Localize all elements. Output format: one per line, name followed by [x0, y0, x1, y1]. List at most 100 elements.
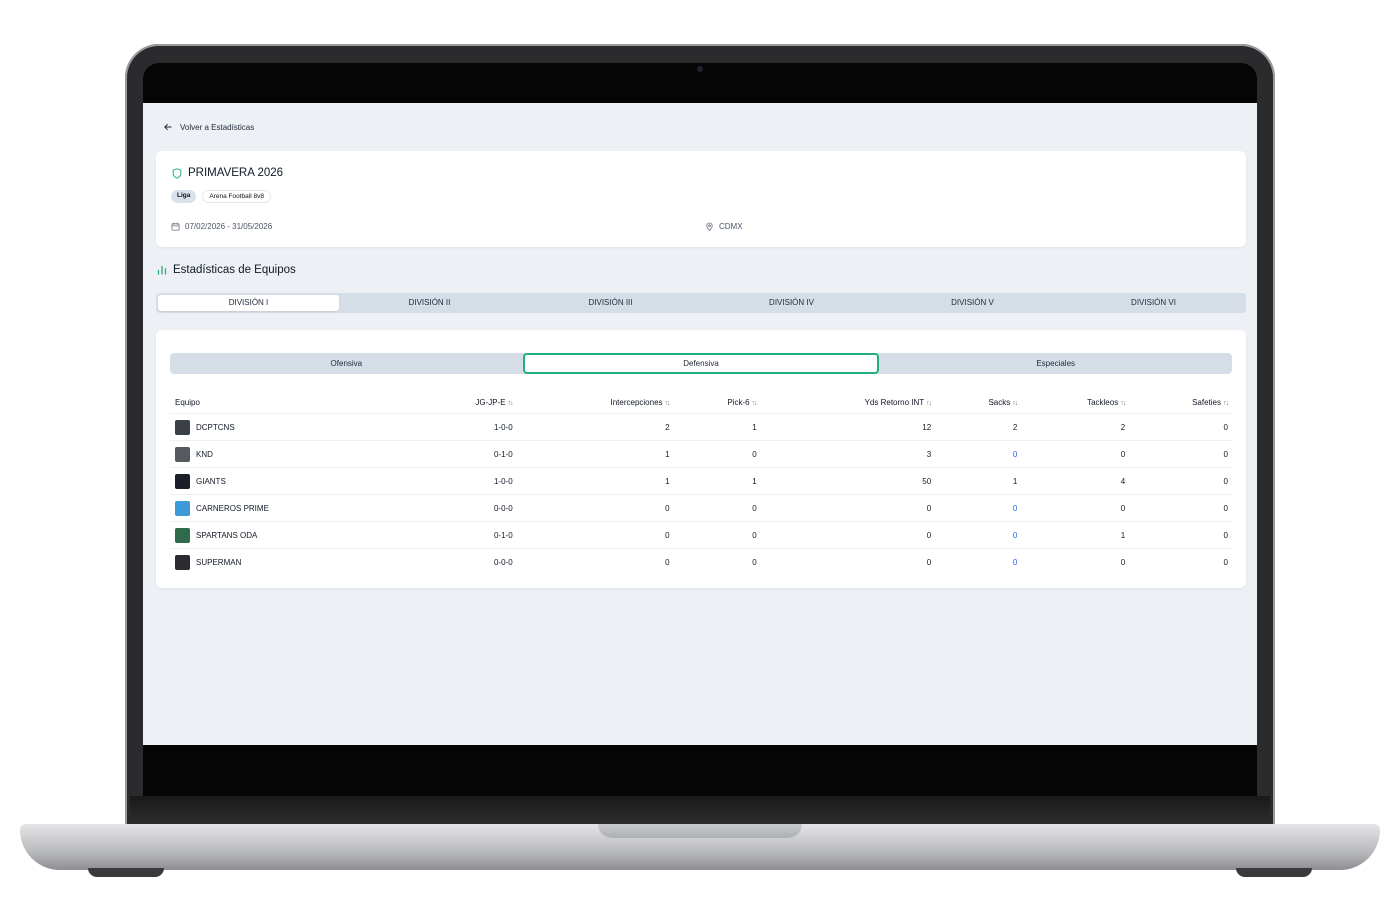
column-header-label: Tackleos: [1087, 397, 1119, 407]
cell-interceptions: 0: [516, 494, 674, 522]
cell-team: SPARTANS ODA: [170, 521, 411, 549]
cell-return-yards: 0: [760, 521, 936, 549]
sort-icon[interactable]: ↑↓: [926, 400, 932, 407]
cell-interceptions: 0: [665, 557, 670, 567]
division-tabs: DIVISIÓN I DIVISIÓN II DIVISIÓN III DIVISIÓ…: [156, 293, 1246, 313]
season-card: PRIMAVERA 2026 Liga Arena Football 8v8 0…: [156, 151, 1246, 247]
tab-division-4[interactable]: DIVISIÓN IV: [701, 295, 882, 311]
column-header-team: Equipo: [170, 391, 411, 414]
column-header-tackles[interactable]: Tackleos ↑↓: [1021, 391, 1130, 414]
season-title: PRIMAVERA 2026: [188, 167, 284, 179]
team-logo-icon: [175, 419, 190, 435]
season-location: CDMX: [705, 222, 743, 231]
column-header-safeties[interactable]: Safeties ↑↓: [1129, 391, 1232, 414]
tab-division-2[interactable]: DIVISIÓN II: [339, 295, 520, 311]
calendar-icon: [171, 222, 180, 231]
tab-defensiva[interactable]: Defensiva: [522, 353, 880, 374]
tab-division-1[interactable]: DIVISIÓN I: [158, 295, 339, 311]
cell-return-yards: 0: [926, 557, 932, 567]
cell-team: SUPERMAN: [170, 549, 411, 576]
team-logo-icon: [175, 446, 190, 462]
tab-ofensiva[interactable]: Ofensiva: [170, 353, 523, 374]
season-header: PRIMAVERA 2026: [172, 167, 283, 179]
sort-icon[interactable]: ↑↓: [665, 400, 671, 407]
column-header-label: Pick-6: [727, 397, 750, 407]
format-badge: Arena Football 8v8: [202, 190, 271, 203]
cell-safeties: 0: [1129, 413, 1232, 441]
camera-icon: [697, 66, 703, 72]
team-cell: CARNEROS PRIME: [175, 500, 407, 516]
cell-interceptions: 2: [516, 413, 674, 441]
team-logo-icon: [175, 500, 190, 516]
team-cell: SUPERMAN: [175, 554, 407, 570]
section-header: Estadísticas de Equipos: [157, 264, 296, 276]
laptop-foot-right: [1236, 868, 1312, 877]
cell-sacks: 0: [935, 440, 1022, 468]
team-name: GIANTS: [196, 476, 226, 486]
laptop-hinge: [130, 796, 1270, 826]
cell-team: KND: [170, 440, 411, 468]
team-cell: GIANTS: [175, 473, 407, 489]
cell-sacks: 2: [935, 413, 1022, 441]
team-logo-icon: [175, 473, 190, 489]
column-header-label: Yds Retorno INT: [864, 397, 925, 407]
sort-icon[interactable]: ↑↓: [1120, 400, 1126, 407]
tab-division-6[interactable]: DIVISIÓN VI: [1063, 295, 1244, 311]
column-header-pick6[interactable]: Pick-6 ↑↓: [673, 391, 761, 414]
cell-tackles: 0: [1120, 557, 1126, 567]
table-body: DCPTCNS 1-0-0 2 1 12 2 2 0 KND 0-1-0 1 0 3 0 0 0 GIANTS 1…: [170, 413, 1232, 576]
table-row: DCPTCNS 1-0-0 2 1 12 2 2 0: [170, 413, 1232, 441]
cell-team: CARNEROS PRIME: [170, 494, 411, 522]
cell-sacks: 1: [935, 467, 1022, 495]
table-row: KND 0-1-0 1 0 3 0 0 0: [170, 440, 1232, 468]
column-header-label: Intercepciones: [610, 397, 663, 407]
cell-pick6: 0: [673, 440, 761, 468]
cell-pick6: 0: [673, 521, 761, 549]
app-screen: Volver a Estadísticas PRIMAVERA 2026 Lig…: [143, 103, 1257, 745]
team-cell: KND: [175, 446, 407, 462]
column-header-label: Equipo: [175, 397, 200, 407]
cell-tackles: 0: [1021, 494, 1130, 522]
cell-tackles: 1: [1021, 521, 1130, 549]
shield-icon: [172, 167, 182, 179]
column-header-sacks[interactable]: Sacks ↑↓: [935, 391, 1022, 414]
cell-interceptions: 1: [516, 467, 674, 495]
cell-interceptions: 0: [516, 521, 674, 549]
table-row: CARNEROS PRIME 0-0-0 0 0 0 0 0 0: [170, 494, 1232, 522]
cell-interceptions: 1: [516, 440, 674, 468]
tab-especiales[interactable]: Especiales: [879, 353, 1232, 374]
cell-record: 1-0-0: [410, 413, 517, 441]
cell-return-yards: 12: [760, 413, 936, 441]
column-header-label: Sacks: [988, 397, 1011, 407]
sort-icon[interactable]: ↑↓: [508, 400, 514, 407]
table-row: GIANTS 1-0-0 1 1 50 1 4 0: [170, 467, 1232, 495]
cell-tackles: 0: [1021, 440, 1130, 468]
tab-division-3[interactable]: DIVISIÓN III: [520, 295, 701, 311]
cell-tackles: 4: [1021, 467, 1130, 495]
cell-safeties: 0: [1129, 494, 1232, 522]
bar-chart-icon: [157, 265, 167, 275]
defense-stats-table: Equipo JG-JP-E ↑↓ Intercepciones ↑↓ Pick-6 ↑↓ Y…: [170, 391, 1232, 575]
team-name: DCPTCNS: [196, 422, 235, 432]
team-name: KND: [196, 449, 213, 459]
season-badges: Liga Arena Football 8v8: [171, 190, 271, 203]
team-name: SPARTANS ODA: [196, 530, 258, 540]
column-header-label: JG-JP-E: [475, 397, 506, 407]
season-dates: 07/02/2026 - 31/05/2026: [171, 222, 272, 231]
sort-icon[interactable]: ↑↓: [1223, 400, 1229, 407]
team-cell: SPARTANS ODA: [175, 527, 407, 543]
tab-division-5[interactable]: DIVISIÓN V: [882, 295, 1063, 311]
table-row: SUPERMAN 0-0-0 0 0 0 0 0 0: [170, 549, 1232, 576]
cell-pick6: 1: [673, 413, 761, 441]
cell-record: 0-0-0: [493, 557, 513, 567]
column-header-interceptions[interactable]: Intercepciones ↑↓: [516, 391, 674, 414]
cell-sacks: 0: [935, 521, 1022, 549]
column-header-return-yards[interactable]: Yds Retorno INT ↑↓: [760, 391, 936, 414]
column-header-record[interactable]: JG-JP-E ↑↓: [410, 391, 517, 414]
cell-pick6: 0: [752, 557, 757, 567]
back-link[interactable]: Volver a Estadísticas: [163, 122, 254, 132]
cell-safeties: 0: [1129, 467, 1232, 495]
team-logo-icon: [175, 554, 190, 570]
sort-icon[interactable]: ↑↓: [1012, 400, 1018, 407]
sort-icon[interactable]: ↑↓: [752, 400, 758, 407]
